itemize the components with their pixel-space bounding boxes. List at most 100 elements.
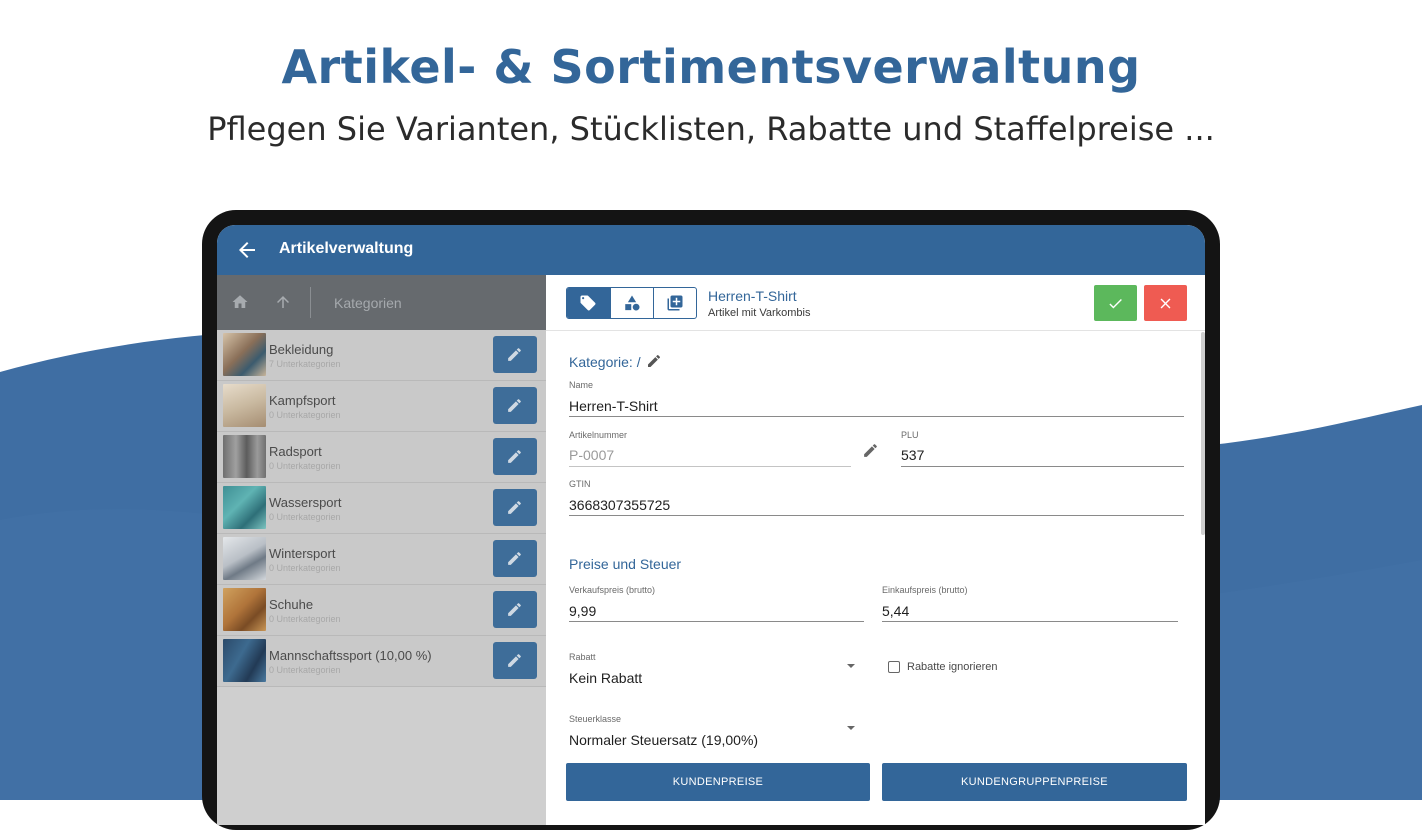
pencil-icon bbox=[508, 450, 521, 463]
tax-class-label: Steuerklasse bbox=[569, 714, 622, 724]
name-field[interactable]: Herren-T-Shirt bbox=[569, 398, 658, 414]
pencil-icon bbox=[508, 399, 521, 412]
arrow-left-icon[interactable] bbox=[235, 238, 259, 262]
tax-class-select[interactable]: Normaler Steuersatz (19,00%) bbox=[569, 732, 758, 748]
name-label: Name bbox=[569, 380, 594, 390]
category-subcount: 0 Unterkategorien bbox=[269, 614, 341, 624]
category-pane: Kategorien Bekleidung 7 Unterkategorien … bbox=[217, 275, 546, 825]
categories-label: Kategorien bbox=[334, 295, 402, 311]
caret-down-icon[interactable] bbox=[846, 723, 856, 733]
edit-button[interactable] bbox=[493, 336, 537, 373]
article-number-underline bbox=[569, 466, 851, 467]
category-thumbnail bbox=[223, 435, 266, 478]
edit-button[interactable] bbox=[493, 387, 537, 424]
library-add-icon bbox=[667, 295, 683, 311]
edit-button[interactable] bbox=[493, 642, 537, 679]
category-thumbnail bbox=[223, 384, 266, 427]
discount-label: Rabatt bbox=[569, 652, 596, 662]
detail-tab-group bbox=[566, 287, 697, 319]
discount-select[interactable]: Kein Rabatt bbox=[569, 670, 642, 686]
category-subcount: 0 Unterkategorien bbox=[269, 563, 341, 573]
category-name: Wintersport bbox=[269, 546, 336, 561]
app-bar: Artikelverwaltung bbox=[217, 225, 1205, 275]
edit-button[interactable] bbox=[493, 489, 537, 526]
category-subcount: 0 Unterkategorien bbox=[269, 410, 341, 420]
purchase-price-field[interactable]: 5,44 bbox=[882, 603, 909, 619]
category-list: Bekleidung 7 Unterkategorien Kampfsport … bbox=[217, 330, 546, 687]
article-number-field: P-0007 bbox=[569, 447, 615, 463]
list-item[interactable]: Wassersport 0 Unterkategorien bbox=[217, 483, 546, 534]
category-subcount: 0 Unterkategorien bbox=[269, 512, 341, 522]
pencil-icon bbox=[508, 348, 521, 361]
ignore-discounts-label: Rabatte ignorieren bbox=[907, 661, 998, 673]
plu-field[interactable]: 537 bbox=[901, 447, 924, 463]
app-screen: Artikelverwaltung Kategorien Bekleidung … bbox=[217, 225, 1205, 825]
pencil-icon bbox=[508, 654, 521, 667]
purchase-price-underline bbox=[882, 621, 1178, 622]
shapes-icon bbox=[625, 295, 640, 311]
home-icon[interactable] bbox=[231, 293, 249, 311]
category-toolbar: Kategorien bbox=[217, 275, 546, 330]
customer-group-prices-button[interactable]: KUNDENGRUPPENPREISE bbox=[882, 763, 1187, 801]
purchase-price-label: Einkaufspreis (brutto) bbox=[882, 585, 968, 595]
category-thumbnail bbox=[223, 333, 266, 376]
save-button[interactable] bbox=[1094, 285, 1137, 321]
sale-price-label: Verkaufspreis (brutto) bbox=[569, 585, 656, 595]
cancel-button[interactable] bbox=[1144, 285, 1187, 321]
category-label: Kategorie: / bbox=[569, 354, 641, 370]
plu-label: PLU bbox=[901, 430, 919, 440]
name-underline bbox=[569, 416, 1184, 417]
gtin-underline bbox=[569, 515, 1184, 516]
article-detail-pane: Herren-T-Shirt Artikel mit Varkombis Kat… bbox=[546, 275, 1205, 825]
customer-prices-button[interactable]: KUNDENPREISE bbox=[566, 763, 870, 801]
tab-bundle[interactable] bbox=[653, 288, 696, 318]
category-thumbnail bbox=[223, 588, 266, 631]
list-item[interactable]: Radsport 0 Unterkategorien bbox=[217, 432, 546, 483]
check-icon bbox=[1109, 298, 1122, 309]
category-name: Mannschaftssport (10,00 %) bbox=[269, 648, 432, 663]
close-icon bbox=[1160, 298, 1171, 309]
list-item[interactable]: Wintersport 0 Unterkategorien bbox=[217, 534, 546, 585]
app-bar-title: Artikelverwaltung bbox=[279, 240, 414, 257]
category-name: Wassersport bbox=[269, 495, 342, 510]
plu-underline bbox=[901, 466, 1184, 467]
pencil-icon[interactable] bbox=[862, 442, 879, 459]
list-item[interactable]: Schuhe 0 Unterkategorien bbox=[217, 585, 546, 636]
toolbar-divider bbox=[310, 287, 311, 318]
category-name: Radsport bbox=[269, 444, 322, 459]
pencil-icon bbox=[508, 552, 521, 565]
category-subcount: 0 Unterkategorien bbox=[269, 665, 341, 675]
article-title: Herren-T-Shirt bbox=[708, 288, 797, 304]
tab-variants[interactable] bbox=[610, 288, 653, 318]
pencil-icon bbox=[508, 603, 521, 616]
sale-price-underline bbox=[569, 621, 864, 622]
category-name: Bekleidung bbox=[269, 342, 334, 357]
list-item[interactable]: Mannschaftssport (10,00 %) 0 Unterkatego… bbox=[217, 636, 546, 687]
scrollbar[interactable] bbox=[1201, 332, 1205, 535]
list-item[interactable]: Bekleidung 7 Unterkategorien bbox=[217, 330, 546, 381]
tag-icon bbox=[580, 295, 596, 311]
pencil-icon bbox=[508, 501, 521, 514]
category-thumbnail bbox=[223, 639, 266, 682]
category-subcount: 0 Unterkategorien bbox=[269, 461, 341, 471]
arrow-up-icon[interactable] bbox=[274, 293, 292, 311]
edit-button[interactable] bbox=[493, 540, 537, 577]
gtin-label: GTIN bbox=[569, 479, 591, 489]
caret-down-icon[interactable] bbox=[846, 661, 856, 671]
pencil-icon[interactable] bbox=[646, 353, 662, 369]
tab-article[interactable] bbox=[567, 288, 610, 318]
category-name: Kampfsport bbox=[269, 393, 336, 408]
sale-price-field[interactable]: 9,99 bbox=[569, 603, 596, 619]
category-subcount: 7 Unterkategorien bbox=[269, 359, 341, 369]
category-thumbnail bbox=[223, 486, 266, 529]
edit-button[interactable] bbox=[493, 591, 537, 628]
prices-section-title: Preise und Steuer bbox=[569, 556, 682, 572]
gtin-field[interactable]: 3668307355725 bbox=[569, 497, 670, 513]
detail-header: Herren-T-Shirt Artikel mit Varkombis bbox=[546, 275, 1205, 331]
article-number-label: Artikelnummer bbox=[569, 430, 628, 440]
ignore-discounts-checkbox[interactable] bbox=[888, 661, 900, 673]
category-name: Schuhe bbox=[269, 597, 314, 612]
list-item[interactable]: Kampfsport 0 Unterkategorien bbox=[217, 381, 546, 432]
edit-button[interactable] bbox=[493, 438, 537, 475]
tablet-frame: Artikelverwaltung Kategorien Bekleidung … bbox=[202, 210, 1220, 830]
